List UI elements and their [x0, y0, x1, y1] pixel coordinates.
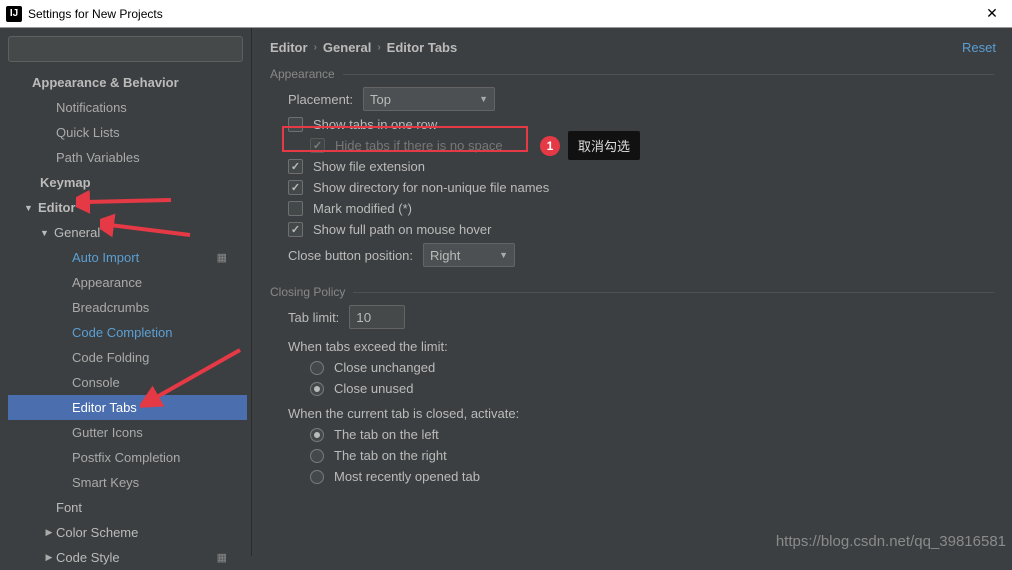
tab-left-radio[interactable]	[310, 428, 324, 442]
config-icon: ▦	[217, 551, 227, 564]
tab-right-label: The tab on the right	[334, 448, 447, 463]
hide-tabs-no-space-label: Hide tabs if there is no space	[335, 138, 503, 153]
tab-limit-input[interactable]	[349, 305, 405, 329]
placement-select[interactable]: Top▼	[363, 87, 495, 111]
mark-modified-label: Mark modified (*)	[313, 201, 412, 216]
tab-limit-label: Tab limit:	[288, 310, 339, 325]
sidebar-item-console[interactable]: Console	[8, 370, 247, 395]
show-directory-checkbox[interactable]	[288, 180, 303, 195]
mark-modified-checkbox[interactable]	[288, 201, 303, 216]
close-button-position-select[interactable]: Right▼	[423, 243, 515, 267]
section-closing-policy: Closing Policy	[270, 285, 994, 299]
sidebar-item-editor-tabs[interactable]: Editor Tabs	[8, 395, 247, 420]
sidebar-item-color-scheme[interactable]: ▶Color Scheme	[8, 520, 247, 545]
tabs-exceed-label: When tabs exceed the limit:	[288, 339, 448, 354]
close-button-position-label: Close button position:	[288, 248, 413, 263]
most-recent-radio[interactable]	[310, 470, 324, 484]
sidebar-item-font[interactable]: Font	[8, 495, 247, 520]
sidebar-item-code-style[interactable]: ▶Code Style▦	[8, 545, 247, 570]
watermark: https://blog.csdn.net/qq_39816581	[776, 533, 1006, 550]
chevron-down-icon: ▼	[499, 250, 508, 260]
chevron-down-icon: ▼	[479, 94, 488, 104]
sidebar-item-code-folding[interactable]: Code Folding	[8, 345, 247, 370]
most-recent-label: Most recently opened tab	[334, 469, 480, 484]
breadcrumb-general[interactable]: General	[323, 40, 371, 55]
show-tabs-one-row-label: Show tabs in one row	[313, 117, 437, 132]
sidebar-item-path-variables[interactable]: Path Variables	[8, 145, 247, 170]
show-file-extension-label: Show file extension	[313, 159, 425, 174]
sidebar-item-auto-import[interactable]: Auto Import▦	[8, 245, 247, 270]
app-icon: IJ	[6, 6, 22, 22]
config-icon: ▦	[217, 251, 227, 264]
section-appearance: Appearance	[270, 67, 994, 81]
sidebar-item-smart-keys[interactable]: Smart Keys	[8, 470, 247, 495]
placement-label: Placement:	[288, 92, 353, 107]
titlebar: IJ Settings for New Projects ✕	[0, 0, 1012, 28]
breadcrumb-editor[interactable]: Editor	[270, 40, 308, 55]
close-unchanged-label: Close unchanged	[334, 360, 435, 375]
settings-content: Editor › General › Editor Tabs Reset App…	[252, 28, 1012, 556]
show-file-extension-checkbox[interactable]	[288, 159, 303, 174]
show-full-path-label: Show full path on mouse hover	[313, 222, 492, 237]
settings-sidebar: 🔍 Appearance & Behavior Notifications Qu…	[0, 28, 252, 556]
sidebar-item-appearance-sub[interactable]: Appearance	[8, 270, 247, 295]
current-tab-closed-label: When the current tab is closed, activate…	[288, 406, 519, 421]
close-unused-radio[interactable]	[310, 382, 324, 396]
sidebar-item-keymap[interactable]: Keymap	[8, 170, 247, 195]
reset-link[interactable]: Reset	[962, 40, 996, 55]
tab-left-label: The tab on the left	[334, 427, 439, 442]
annotation-badge: 1	[540, 136, 560, 156]
breadcrumb: Editor › General › Editor Tabs	[270, 40, 994, 55]
sidebar-item-general[interactable]: ▼General	[8, 220, 247, 245]
close-icon[interactable]: ✕	[978, 0, 1006, 28]
show-directory-label: Show directory for non-unique file names	[313, 180, 549, 195]
sidebar-item-appearance-behavior[interactable]: Appearance & Behavior	[8, 70, 247, 95]
close-unchanged-radio[interactable]	[310, 361, 324, 375]
sidebar-item-breadcrumbs[interactable]: Breadcrumbs	[8, 295, 247, 320]
breadcrumb-editor-tabs: Editor Tabs	[387, 40, 458, 55]
chevron-right-icon: ›	[314, 42, 317, 53]
hide-tabs-no-space-checkbox	[310, 138, 325, 153]
settings-tree: Appearance & Behavior Notifications Quic…	[4, 70, 247, 570]
annotation-callout: 1 取消勾选	[540, 131, 640, 160]
chevron-right-icon: ›	[377, 42, 380, 53]
sidebar-item-code-completion[interactable]: Code Completion	[8, 320, 247, 345]
tab-right-radio[interactable]	[310, 449, 324, 463]
show-tabs-one-row-checkbox[interactable]	[288, 117, 303, 132]
annotation-tooltip: 取消勾选	[568, 131, 640, 160]
show-full-path-checkbox[interactable]	[288, 222, 303, 237]
search-input[interactable]	[8, 36, 243, 62]
window-title: Settings for New Projects	[28, 7, 978, 21]
sidebar-item-editor[interactable]: ▼Editor	[8, 195, 247, 220]
sidebar-item-quick-lists[interactable]: Quick Lists	[8, 120, 247, 145]
sidebar-item-gutter-icons[interactable]: Gutter Icons	[8, 420, 247, 445]
close-unused-label: Close unused	[334, 381, 414, 396]
sidebar-item-notifications[interactable]: Notifications	[8, 95, 247, 120]
sidebar-item-postfix-completion[interactable]: Postfix Completion	[8, 445, 247, 470]
